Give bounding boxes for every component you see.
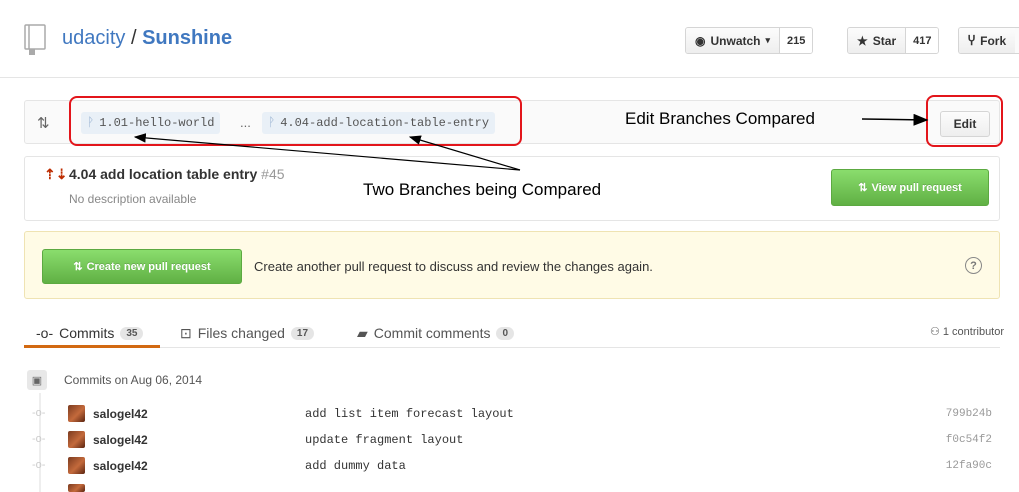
arrow-to-edit — [861, 113, 929, 126]
arrow-to-base-branch — [133, 133, 521, 171]
annotation-arrows — [133, 113, 929, 171]
